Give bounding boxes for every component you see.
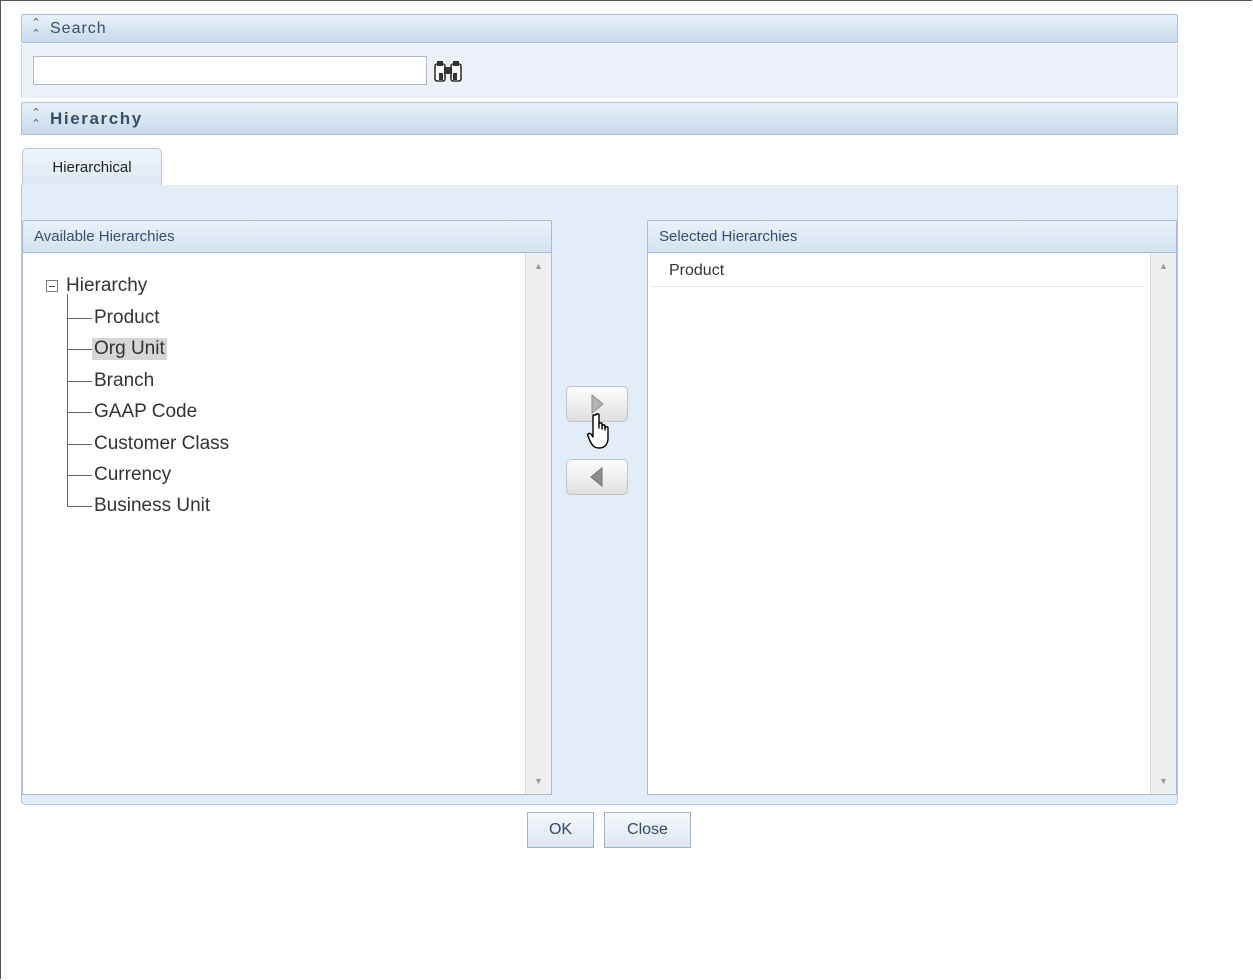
tree-root[interactable]: Hierarchy	[40, 272, 147, 300]
hierarchy-section-title: Hierarchy	[50, 108, 143, 128]
selected-scrollbar[interactable]: ▲ ▼	[1150, 253, 1176, 794]
scroll-up-arrow-icon[interactable]: ▲	[526, 257, 551, 275]
tree-item-gaap-code[interactable]: GAAP Code	[68, 398, 199, 426]
tree-item-product[interactable]: Product	[68, 304, 161, 332]
binoculars-icon[interactable]	[432, 58, 472, 86]
tab-hierarchical[interactable]: Hierarchical	[22, 148, 162, 185]
search-input[interactable]	[33, 56, 427, 85]
selected-hierarchies-list[interactable]: ▲ ▼	[647, 252, 1177, 795]
double-chevron-up-icon[interactable]: ⌃ ⌃	[22, 17, 50, 40]
collapse-minus-icon[interactable]	[46, 280, 58, 292]
search-section-title: Search	[50, 19, 107, 37]
tree-item-org-unit[interactable]: Org Unit	[68, 335, 167, 363]
selected-hierarchies-header: Selected Hierarchies	[647, 220, 1177, 253]
tree-item-customer-class[interactable]: Customer Class	[68, 430, 231, 458]
double-chevron-up-icon[interactable]: ⌃ ⌃	[22, 107, 50, 130]
search-button[interactable]	[432, 58, 472, 86]
hierarchy-section-header[interactable]: ⌃ ⌃ Hierarchy	[21, 102, 1178, 135]
tab-strip	[21, 149, 1178, 187]
remove-hierarchy-button[interactable]	[566, 459, 628, 495]
tree-item-currency[interactable]: Currency	[68, 461, 173, 489]
scroll-down-arrow-icon[interactable]: ▼	[1151, 772, 1176, 790]
hierarchy-tree: Hierarchy Product Org Unit Branch GAAP C…	[40, 272, 500, 532]
tree-item-branch[interactable]: Branch	[68, 367, 156, 395]
tree-root-label: Hierarchy	[66, 275, 148, 296]
scroll-up-arrow-icon[interactable]: ▲	[1151, 257, 1176, 275]
selected-item-product[interactable]: Product	[650, 257, 1144, 287]
add-hierarchy-button[interactable]	[566, 386, 628, 422]
close-button[interactable]: Close	[604, 812, 691, 848]
available-hierarchies-header: Available Hierarchies	[22, 220, 552, 253]
search-section-header[interactable]: ⌃ ⌃ Search	[21, 14, 1178, 43]
available-scrollbar[interactable]: ▲ ▼	[525, 253, 551, 794]
ok-button[interactable]: OK	[527, 812, 594, 848]
tree-item-business-unit[interactable]: Business Unit	[68, 492, 212, 520]
scroll-down-arrow-icon[interactable]: ▼	[526, 772, 551, 790]
arrow-left-icon[interactable]	[587, 466, 607, 488]
arrow-right-icon[interactable]	[587, 393, 607, 415]
